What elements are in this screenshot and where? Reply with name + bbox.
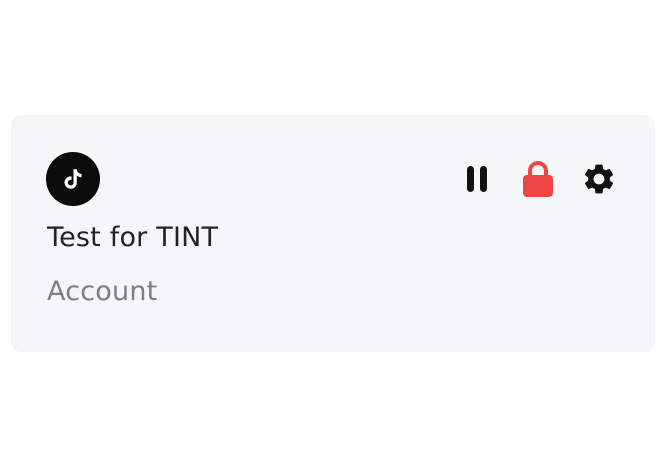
- lock-icon: [523, 161, 553, 197]
- account-card[interactable]: Test for TINT Account: [11, 115, 655, 352]
- account-title: Test for TINT: [47, 222, 219, 253]
- lock-button[interactable]: [518, 159, 558, 199]
- pause-button[interactable]: [457, 159, 497, 199]
- pause-icon: [467, 166, 487, 192]
- tiktok-avatar: [46, 152, 100, 206]
- page: Test for TINT Account: [0, 0, 670, 470]
- account-type-label: Account: [47, 276, 158, 307]
- settings-button[interactable]: [579, 159, 619, 199]
- gear-icon: [584, 164, 614, 194]
- card-actions: [457, 159, 619, 199]
- tiktok-logo-icon: [64, 169, 82, 189]
